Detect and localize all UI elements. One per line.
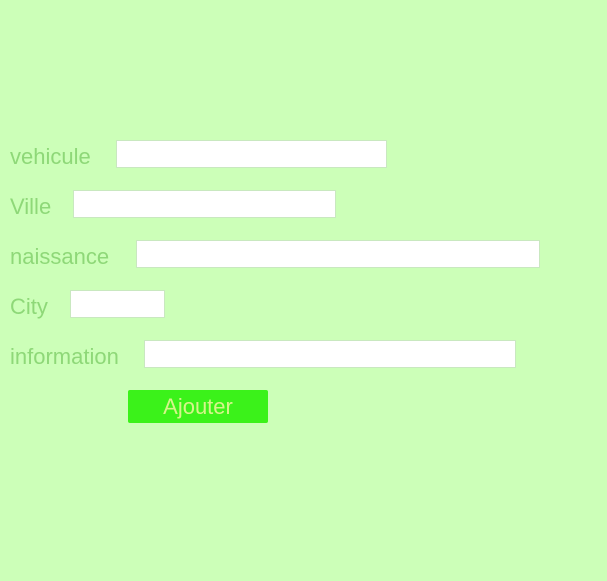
city-input[interactable]: [70, 290, 165, 318]
naissance-input[interactable]: [136, 240, 540, 268]
ville-label: Ville: [10, 194, 52, 219]
vehicule-label: vehicule: [10, 144, 91, 169]
city-label: City: [10, 294, 48, 319]
naissance-label: naissance: [10, 244, 110, 269]
information-input[interactable]: [144, 340, 516, 368]
ajouter-button[interactable]: Ajouter: [128, 390, 268, 423]
information-label: information: [10, 344, 119, 369]
ville-input[interactable]: [73, 190, 336, 218]
vehicule-input[interactable]: [116, 140, 387, 168]
